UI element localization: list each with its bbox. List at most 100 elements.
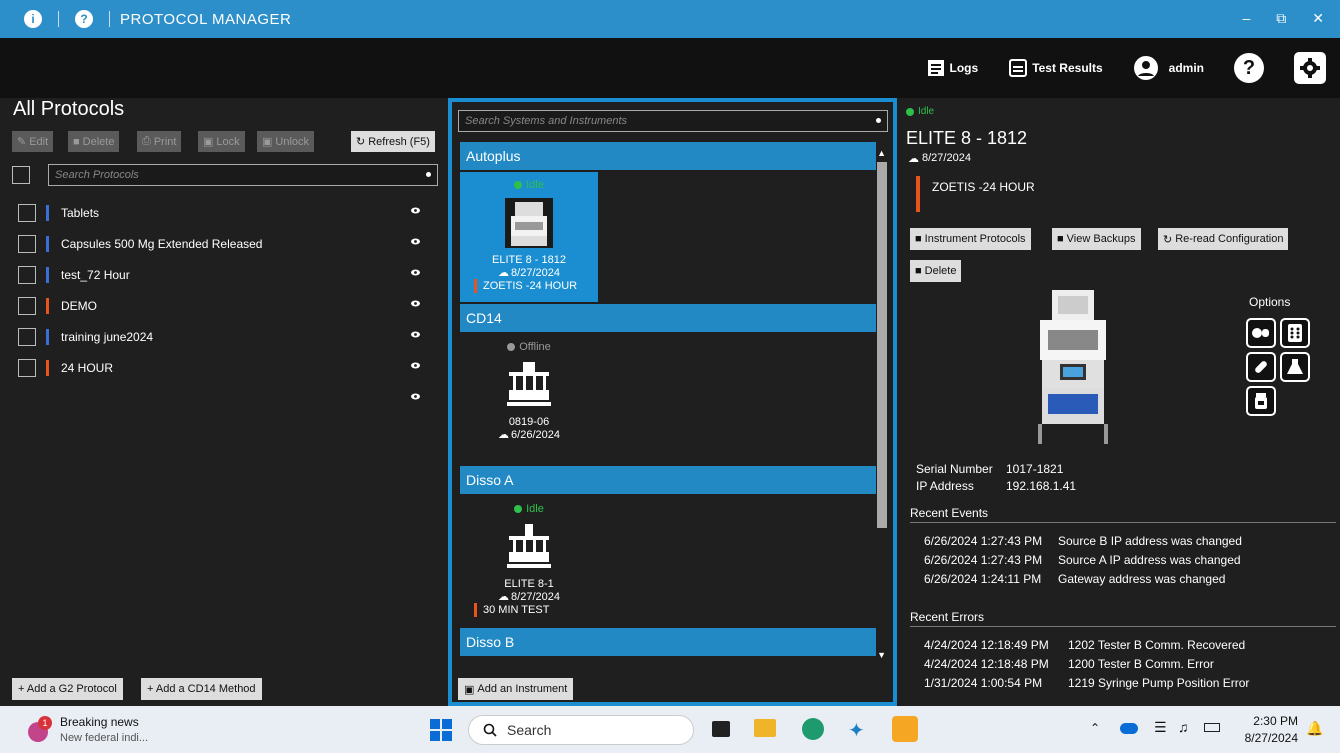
group-header-autoplus[interactable]: Autoplus bbox=[460, 142, 876, 170]
delete-instrument-button[interactable]: ■ Delete bbox=[910, 260, 962, 282]
protocol-checkbox[interactable] bbox=[18, 297, 36, 315]
date-text: 6/26/2024 bbox=[511, 428, 560, 441]
pill-option-icon[interactable] bbox=[1246, 352, 1276, 382]
news-badge: 1 bbox=[38, 716, 52, 730]
protocol-checkbox[interactable] bbox=[18, 235, 36, 253]
protocol-row[interactable]: Tablets bbox=[18, 202, 434, 224]
view-backups-label: View Backups bbox=[1066, 233, 1136, 245]
print-button[interactable]: ⎙ Print bbox=[137, 131, 182, 152]
delete-button[interactable]: ■ Delete bbox=[68, 131, 120, 152]
news-title[interactable]: Breaking news bbox=[60, 715, 139, 729]
eye-icon[interactable] bbox=[411, 269, 420, 276]
protocol-name: training june2024 bbox=[61, 330, 154, 344]
news-widget-icon[interactable]: 1 bbox=[26, 716, 52, 742]
status-text: Offline bbox=[519, 341, 551, 353]
instrument-protocols-label: Instrument Protocols bbox=[924, 233, 1026, 245]
protocol-checkbox[interactable] bbox=[18, 204, 36, 222]
lock-button[interactable]: ▣ Lock bbox=[198, 131, 245, 152]
add-instrument-button[interactable]: ▣ Add an Instrument bbox=[458, 678, 574, 700]
notification-bell-icon[interactable]: 🔔 bbox=[1306, 720, 1323, 737]
settings-button[interactable] bbox=[1294, 52, 1326, 84]
help-circle-icon[interactable]: ? bbox=[75, 10, 93, 28]
scroll-up-icon[interactable]: ▲ bbox=[877, 148, 886, 158]
eye-icon[interactable] bbox=[411, 331, 420, 338]
event-row: 6/26/2024 1:24:11 PM Gateway address was … bbox=[924, 572, 1225, 586]
wifi-icon[interactable]: ☰ bbox=[1154, 719, 1167, 736]
instrument-card[interactable]: Idle ELITE 8-1 ☁ 8/27/2024 30 MIN TEST bbox=[460, 496, 598, 626]
taskbar-search[interactable]: Search bbox=[468, 715, 694, 745]
protocol-row[interactable]: DEMO bbox=[18, 295, 434, 317]
protocol-row[interactable]: test_72 Hour bbox=[18, 264, 434, 286]
unlock-button[interactable]: ▣ Unlock bbox=[257, 131, 315, 152]
protocol-manager-taskbar-icon[interactable] bbox=[892, 716, 918, 742]
event-text: Source B IP address was changed bbox=[1058, 534, 1242, 548]
protocol-search-input[interactable]: Search Protocols bbox=[48, 164, 438, 186]
unlock-icon: ▣ bbox=[262, 136, 273, 148]
view-backups-button[interactable]: ■ View Backups bbox=[1052, 228, 1141, 250]
systems-search-input[interactable]: Search Systems and Instruments bbox=[458, 110, 888, 132]
info-icon[interactable]: i bbox=[24, 10, 42, 28]
protocol-checkbox[interactable] bbox=[18, 328, 36, 346]
group-header-disso-b[interactable]: Disso B bbox=[460, 628, 876, 656]
battery-icon[interactable] bbox=[1204, 723, 1220, 732]
instrument-protocols-button[interactable]: ■ Instrument Protocols bbox=[910, 228, 1031, 250]
edge-browser-icon[interactable] bbox=[802, 718, 824, 740]
protocol-color-bar bbox=[46, 329, 49, 345]
task-view-icon[interactable] bbox=[712, 721, 730, 737]
volume-icon[interactable]: ♫ bbox=[1178, 719, 1189, 735]
instrument-name: ELITE 8-1 bbox=[504, 578, 554, 590]
protocols-panel: All Protocols ✎ Edit ■ Delete ⎙ Print ▣ Lock… bbox=[8, 98, 442, 706]
minimize-icon[interactable]: – bbox=[1242, 10, 1250, 27]
app-bird-icon[interactable]: ✦ bbox=[848, 718, 865, 743]
status-dot bbox=[514, 505, 523, 513]
clock-time[interactable]: 2:30 PM bbox=[1236, 714, 1298, 728]
protocol-color-bar bbox=[46, 205, 49, 221]
refresh-button[interactable]: ↻ Refresh (F5) bbox=[351, 131, 435, 152]
test-results-button[interactable]: Test Results bbox=[1008, 58, 1103, 78]
tablet-grid-option-icon[interactable] bbox=[1280, 318, 1310, 348]
restore-icon[interactable]: ⧉ bbox=[1276, 10, 1286, 27]
instrument-card[interactable]: Idle ELITE 8 - 1812 ☁ 8/27/2024 ZOETIS -2… bbox=[460, 172, 598, 302]
protocol-row[interactable]: 24 HOUR bbox=[18, 357, 434, 379]
user-menu[interactable]: admin bbox=[1133, 55, 1204, 81]
eye-icon[interactable] bbox=[411, 362, 420, 369]
group-header-cd14[interactable]: CD14 bbox=[460, 304, 876, 332]
logs-button[interactable]: Logs bbox=[926, 58, 978, 78]
capsule-option-icon[interactable] bbox=[1246, 318, 1276, 348]
help-button[interactable]: ? bbox=[1234, 53, 1264, 83]
select-all-checkbox[interactable] bbox=[12, 166, 30, 184]
protocol-checkbox[interactable] bbox=[18, 359, 36, 377]
news-subtitle[interactable]: New federal indi... bbox=[60, 732, 148, 744]
instrument-protocol: ZOETIS -24 HOUR bbox=[460, 279, 598, 293]
scroll-down-icon[interactable]: ▼ bbox=[877, 650, 886, 660]
divider bbox=[910, 522, 1336, 523]
flask-option-icon[interactable] bbox=[1280, 352, 1310, 382]
protocol-checkbox[interactable] bbox=[18, 266, 36, 284]
eye-icon[interactable] bbox=[411, 238, 420, 245]
file-explorer-icon[interactable] bbox=[754, 719, 776, 737]
systems-scrollbar[interactable] bbox=[877, 162, 887, 528]
protocol-row[interactable]: Capsules 500 Mg Extended Released bbox=[18, 233, 434, 255]
add-g2-protocol-button[interactable]: + Add a G2 Protocol bbox=[12, 678, 123, 700]
close-icon[interactable]: ✕ bbox=[1312, 10, 1324, 27]
protocol-text: ZOETIS -24 HOUR bbox=[483, 280, 578, 292]
add-cd14-method-button[interactable]: + Add a CD14 Method bbox=[141, 678, 262, 700]
eye-icon[interactable] bbox=[411, 300, 420, 307]
windows-start-icon[interactable] bbox=[430, 719, 452, 741]
clock-date[interactable]: 8/27/2024 bbox=[1236, 731, 1298, 745]
instrument-card[interactable]: Offline 0819-06 ☁ 6/26/2024 bbox=[460, 334, 598, 464]
protocol-row[interactable]: training june2024 bbox=[18, 326, 434, 348]
instrument-detail-panel: Idle ELITE 8 - 1812 ☁ 8/27/2024 ZOETIS -2… bbox=[904, 98, 1340, 706]
search-icon bbox=[483, 723, 497, 737]
group-header-disso-a[interactable]: Disso A bbox=[460, 466, 876, 494]
taskbar-search-label: Search bbox=[507, 722, 552, 738]
onedrive-icon[interactable] bbox=[1120, 723, 1138, 734]
chevron-up-icon[interactable]: ⌃ bbox=[1090, 721, 1100, 735]
eye-icon[interactable] bbox=[411, 207, 420, 214]
edit-button[interactable]: ✎ Edit bbox=[12, 131, 54, 152]
eye-icon[interactable] bbox=[411, 393, 420, 400]
serial-number-label: Serial Number bbox=[916, 462, 993, 476]
instrument-icon: ▣ bbox=[464, 683, 475, 696]
reread-configuration-button[interactable]: ↻ Re-read Configuration bbox=[1158, 228, 1289, 250]
bottle-option-icon[interactable] bbox=[1246, 386, 1276, 416]
